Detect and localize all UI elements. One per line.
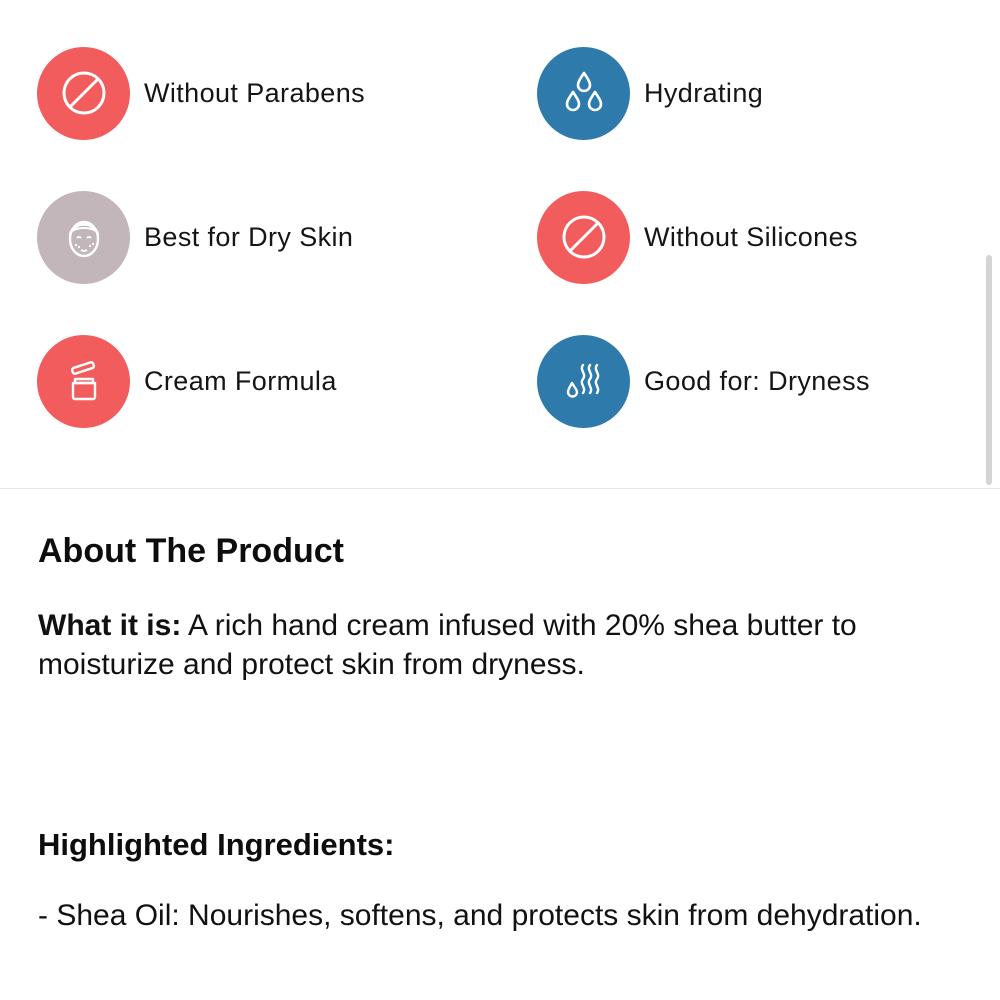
what-it-is-label: What it is:	[38, 609, 182, 642]
product-description: What it is: A rich hand cream infused wi…	[38, 606, 968, 684]
product-features-grid: Without Parabens Hydrating Best for Dry …	[0, 0, 1000, 489]
feature-good-for-dryness: Good for: Dryness	[537, 334, 870, 428]
water-drops-icon	[565, 71, 602, 112]
feature-best-for-dry-skin: Best for Dry Skin	[37, 190, 353, 284]
feature-badge	[37, 46, 130, 140]
ingredient-item: - Shea Oil: Nourishes, softens, and prot…	[38, 899, 922, 932]
ingredients-title: Highlighted Ingredients:	[38, 827, 395, 862]
feature-label: Best for Dry Skin	[144, 221, 354, 252]
product-details-page: Without Parabens Hydrating Best for Dry …	[0, 0, 1000, 1000]
scrollbar[interactable]	[986, 255, 992, 485]
prohibited-icon	[62, 71, 105, 115]
feature-hydrating: Hydrating	[537, 46, 763, 140]
feature-badge	[537, 46, 630, 140]
feature-label: Without Silicones	[644, 221, 858, 252]
about-section: About The Product What it is: A rich han…	[38, 528, 968, 932]
feature-label: Cream Formula	[144, 365, 337, 396]
feature-cream-formula: Cream Formula	[37, 334, 337, 428]
feature-label: Good for: Dryness	[644, 365, 870, 396]
feature-without-silicones: Without Silicones	[537, 190, 858, 284]
feature-badge	[537, 190, 630, 284]
dry-skin-face-icon	[68, 220, 99, 258]
feature-label: Without Parabens	[144, 77, 366, 108]
about-title: About The Product	[38, 532, 344, 570]
feature-badge	[37, 190, 130, 284]
feature-label: Hydrating	[644, 77, 764, 108]
dryness-waves-icon	[566, 363, 599, 398]
feature-badge	[537, 334, 630, 428]
cream-jar-icon	[70, 361, 96, 401]
prohibited-icon	[562, 215, 605, 259]
feature-without-parabens: Without Parabens	[37, 46, 365, 140]
feature-badge	[37, 334, 130, 428]
